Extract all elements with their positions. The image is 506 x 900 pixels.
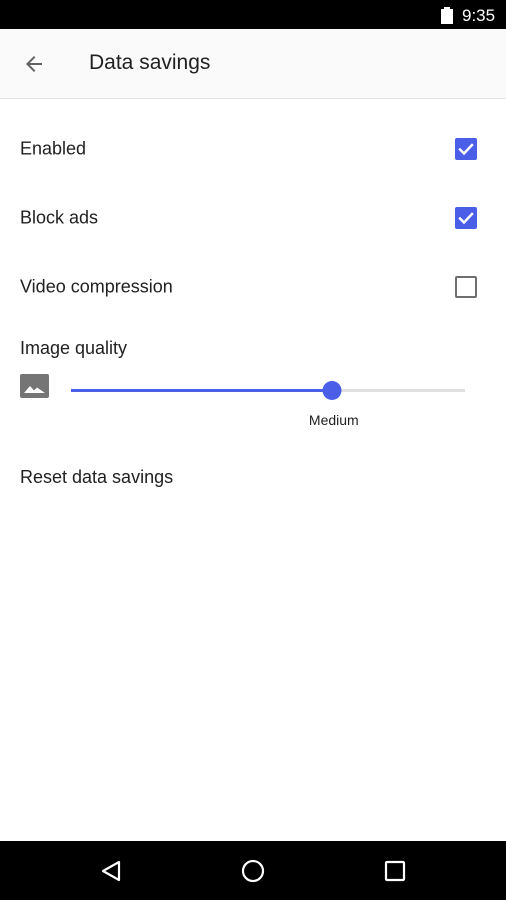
block-ads-checkbox[interactable] bbox=[455, 206, 477, 229]
video-compression-label: Video compression bbox=[20, 276, 173, 296]
image-icon bbox=[20, 374, 49, 398]
back-button[interactable] bbox=[19, 49, 49, 79]
nav-back-button[interactable] bbox=[96, 856, 126, 886]
check-icon bbox=[458, 211, 474, 224]
block-ads-label: Block ads bbox=[20, 207, 99, 227]
reset-data-savings-item[interactable]: Reset data savings bbox=[20, 467, 173, 488]
setting-row-video-compression[interactable]: Video compression bbox=[0, 252, 506, 321]
slider-fill bbox=[71, 389, 332, 392]
status-bar: 9:35 bbox=[0, 0, 506, 29]
battery-full-icon bbox=[441, 7, 453, 24]
slider-value-label: Medium bbox=[308, 412, 359, 428]
nav-recents-button[interactable] bbox=[380, 856, 410, 886]
setting-row-enabled[interactable]: Enabled bbox=[0, 114, 506, 183]
enabled-label: Enabled bbox=[20, 138, 87, 158]
arrow-back-icon bbox=[26, 56, 42, 72]
nav-home-button[interactable] bbox=[238, 856, 268, 886]
nav-back-icon bbox=[101, 860, 121, 882]
status-time: 9:35 bbox=[462, 6, 496, 25]
image-quality-slider[interactable] bbox=[71, 380, 465, 400]
enabled-checkbox[interactable] bbox=[455, 137, 477, 160]
video-compression-checkbox[interactable] bbox=[455, 275, 477, 298]
navigation-bar bbox=[0, 841, 506, 900]
page-title: Data savings bbox=[89, 51, 211, 74]
nav-recents-icon bbox=[384, 860, 406, 882]
check-icon bbox=[458, 142, 474, 155]
setting-row-block-ads[interactable]: Block ads bbox=[0, 183, 506, 252]
slider-thumb[interactable] bbox=[322, 381, 342, 400]
app-bar: Data savings bbox=[0, 29, 506, 99]
image-quality-label: Image quality bbox=[20, 338, 128, 358]
nav-home-icon bbox=[241, 859, 265, 883]
